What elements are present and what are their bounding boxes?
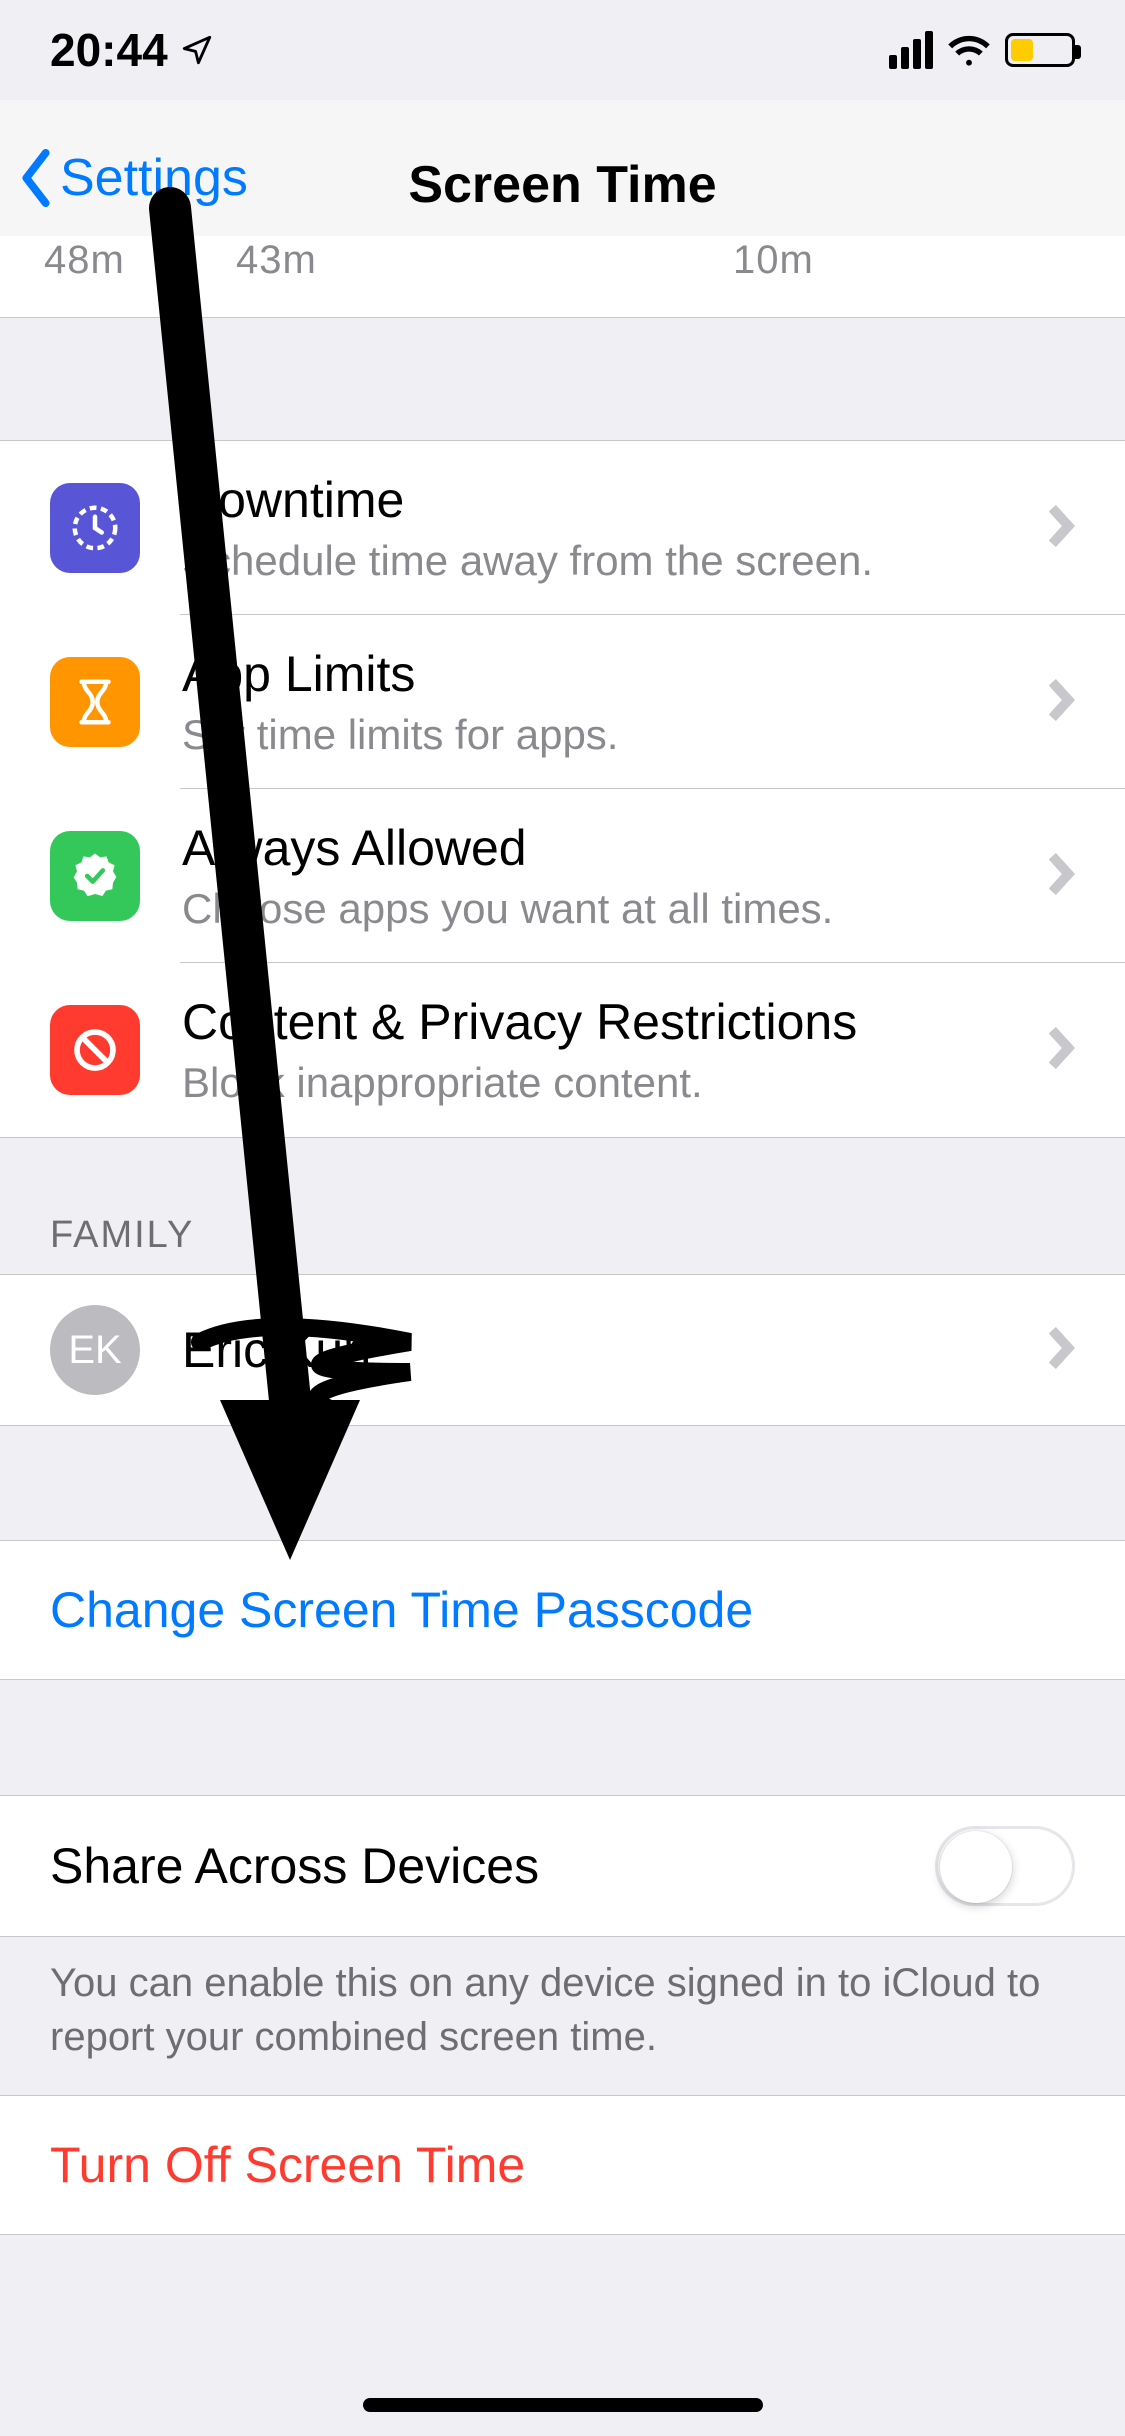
share-across-devices-row[interactable]: Share Across Devices bbox=[0, 1796, 1125, 1936]
chevron-right-icon bbox=[1049, 853, 1075, 900]
cell-subtitle: Set time limits for apps. bbox=[182, 711, 1049, 759]
no-entry-icon bbox=[50, 1005, 140, 1095]
share-toggle[interactable] bbox=[935, 1826, 1075, 1906]
cell-title: Downtime bbox=[182, 471, 1049, 529]
cell-title: App Limits bbox=[182, 645, 1049, 703]
home-indicator[interactable] bbox=[363, 2398, 763, 2412]
app-limits-row[interactable]: App Limits Set time limits for apps. bbox=[0, 615, 1125, 789]
chevron-right-icon bbox=[1049, 679, 1075, 726]
location-icon bbox=[180, 33, 214, 67]
battery-icon bbox=[1005, 33, 1075, 67]
change-passcode-button[interactable]: Change Screen Time Passcode bbox=[0, 1541, 1125, 1679]
hourglass-icon bbox=[50, 657, 140, 747]
family-member-name: Eric Kurt bbox=[182, 1321, 1049, 1379]
family-member-row[interactable]: EK Eric Kurt bbox=[0, 1275, 1125, 1425]
badge-check-icon bbox=[50, 831, 140, 921]
turn-off-label: Turn Off Screen Time bbox=[50, 2136, 525, 2194]
chevron-right-icon bbox=[1049, 505, 1075, 552]
options-group: Downtime Schedule time away from the scr… bbox=[0, 440, 1125, 1138]
cell-subtitle: Schedule time away from the screen. bbox=[182, 537, 1049, 585]
chart-value: 48m bbox=[44, 238, 125, 283]
passcode-group: Change Screen Time Passcode bbox=[0, 1540, 1125, 1680]
cell-subtitle: Block inappropriate content. bbox=[182, 1059, 1049, 1107]
chevron-right-icon bbox=[1049, 1027, 1075, 1074]
cell-title: Content & Privacy Restrictions bbox=[182, 993, 1049, 1051]
cellular-signal-icon bbox=[889, 31, 933, 69]
family-section-header: FAMILY bbox=[50, 1214, 194, 1257]
downtime-row[interactable]: Downtime Schedule time away from the scr… bbox=[0, 441, 1125, 615]
status-bar: 20:44 bbox=[0, 0, 1125, 100]
usage-chart-remnant[interactable]: 48m 43m 10m bbox=[0, 236, 1125, 318]
turn-off-button[interactable]: Turn Off Screen Time bbox=[0, 2096, 1125, 2234]
chevron-right-icon bbox=[1049, 1327, 1075, 1374]
share-footer: You can enable this on any device signed… bbox=[0, 1932, 1125, 2064]
cell-subtitle: Choose apps you want at all times. bbox=[182, 885, 1049, 933]
clock-icon bbox=[50, 483, 140, 573]
share-group: Share Across Devices bbox=[0, 1795, 1125, 1937]
turn-off-group: Turn Off Screen Time bbox=[0, 2095, 1125, 2235]
wifi-icon bbox=[947, 33, 991, 67]
change-passcode-label: Change Screen Time Passcode bbox=[50, 1581, 753, 1639]
content-privacy-row[interactable]: Content & Privacy Restrictions Block ina… bbox=[0, 963, 1125, 1137]
chart-value: 43m bbox=[236, 238, 317, 283]
chart-value: 10m bbox=[733, 238, 814, 283]
cell-title: Always Allowed bbox=[182, 819, 1049, 877]
share-label: Share Across Devices bbox=[50, 1837, 935, 1895]
page-title: Screen Time bbox=[0, 155, 1125, 215]
avatar: EK bbox=[50, 1305, 140, 1395]
family-group: EK Eric Kurt bbox=[0, 1274, 1125, 1426]
always-allowed-row[interactable]: Always Allowed Choose apps you want at a… bbox=[0, 789, 1125, 963]
status-time: 20:44 bbox=[50, 23, 168, 77]
